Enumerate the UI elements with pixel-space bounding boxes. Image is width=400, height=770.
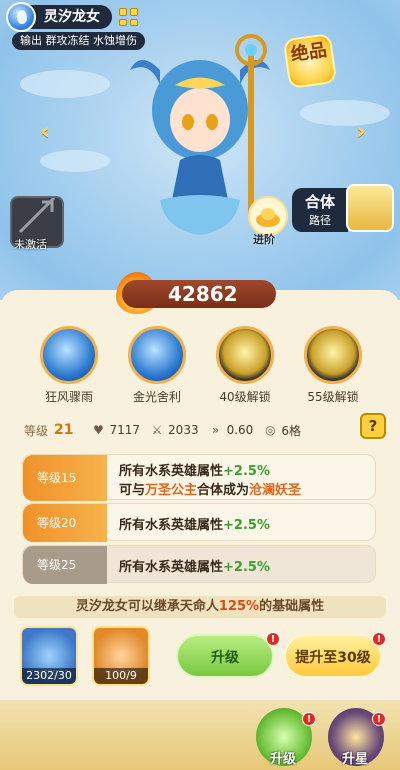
sword-icon: ⚔ xyxy=(151,423,163,437)
alert-badge-icon: ! xyxy=(266,632,280,646)
gold-ingot-icon xyxy=(256,208,280,227)
merge-text: 可与 xyxy=(119,483,146,498)
advance-label: 进阶 xyxy=(253,233,275,246)
level-tag: 等级15 xyxy=(23,455,107,501)
water-element-icon xyxy=(6,2,36,32)
nav-upgrade-label: 升级 xyxy=(270,752,297,767)
hero-shard-material[interactable]: 2302/30 xyxy=(20,626,78,686)
cloud-decoration xyxy=(40,150,110,172)
alert-badge-icon: ! xyxy=(372,632,386,646)
attack-value: 2033 xyxy=(168,423,199,437)
cloud-decoration xyxy=(20,70,110,98)
merge-subtitle: 路径 xyxy=(309,214,331,227)
rarity-badge: 绝品 xyxy=(282,32,338,90)
heart-icon: ♥ xyxy=(93,423,104,437)
hp-value: 7117 xyxy=(109,423,141,437)
skill-label-1: 狂风骤雨 xyxy=(44,390,93,404)
menu-grid-icon[interactable] xyxy=(118,7,138,27)
level-value: 21 xyxy=(54,422,74,438)
alert-badge-icon: ! xyxy=(302,712,316,726)
advance-button[interactable] xyxy=(248,196,288,236)
level-tag: 等级25 xyxy=(23,546,107,584)
merge-path-button[interactable]: 合体 路径 xyxy=(292,188,348,232)
speed-icon: » xyxy=(211,423,220,437)
hero-name: 灵汐龙女 xyxy=(30,5,112,29)
merge-text: 合体成为 xyxy=(197,483,250,498)
level-tag: 等级20 xyxy=(23,504,107,542)
help-button[interactable]: ? xyxy=(360,413,386,439)
bonus-text: 所有水系英雄属性 xyxy=(119,560,224,575)
bonus-text: 所有水系英雄属性 xyxy=(119,464,224,479)
inherit-info: 灵汐龙女可以继承天命人125%的基础属性 xyxy=(14,596,386,618)
promote-button[interactable]: 提升至30级 xyxy=(284,634,382,678)
hero-card-material[interactable]: 100/9 xyxy=(92,626,150,686)
chevron-right-icon[interactable]: › xyxy=(352,118,370,144)
inherit-suffix: 的基础属性 xyxy=(259,599,325,614)
cells-value: 6格 xyxy=(281,423,301,438)
hero-stats: 等级 21 ♥ 7117 ⚔ 2033 » 0.60 ◎ 6格 xyxy=(24,420,311,440)
level-label: 等级 xyxy=(24,423,49,438)
combat-power: 42862 xyxy=(122,280,276,308)
skill-lock-icon-4[interactable] xyxy=(304,326,362,384)
skill-icon-1[interactable] xyxy=(40,326,98,384)
skill-list: 狂风骤雨 金光舍利 40级解锁 55级解锁 xyxy=(0,326,400,406)
merge-partner-name: 万圣公主 xyxy=(145,483,198,498)
merge-result-name: 沧澜妖圣 xyxy=(249,483,302,498)
alert-badge-icon: ! xyxy=(372,712,386,726)
range-icon: ◎ xyxy=(265,423,276,437)
material-count: 100/9 xyxy=(94,668,148,684)
skill-icon-2[interactable] xyxy=(128,326,186,384)
nav-star-label: 升星 xyxy=(342,752,369,767)
skill-lock-icon-3[interactable] xyxy=(216,326,274,384)
cloud-decoration xyxy=(300,100,390,126)
bonus-value: +2.5% xyxy=(223,464,270,479)
skill-label-4: 55级解锁 xyxy=(307,390,359,404)
hero-tags: 输出 群攻冻结 水蚀增伤 xyxy=(12,32,145,50)
inherit-percent: 125% xyxy=(218,599,260,614)
bonus-value: +2.5% xyxy=(223,518,270,533)
trident-icon xyxy=(18,196,56,234)
speed-value: 0.60 xyxy=(226,423,254,437)
level-bonus-row: 等级20 所有水系英雄属性+2.5% xyxy=(22,503,376,542)
skill-label-2: 金光舍利 xyxy=(132,390,181,404)
merge-partner-avatar[interactable] xyxy=(346,184,394,232)
bonus-value: +2.5% xyxy=(223,560,270,575)
inherit-prefix: 灵汐龙女可以继承天命人 xyxy=(75,599,219,614)
skill-label-3: 40级解锁 xyxy=(219,390,271,404)
weapon-status: 未激活 xyxy=(14,238,47,251)
upgrade-button[interactable]: 升级 xyxy=(176,634,274,678)
material-count: 2302/30 xyxy=(22,668,76,684)
hero-title-bar: 灵汐龙女 xyxy=(6,2,138,32)
bonus-text: 所有水系英雄属性 xyxy=(119,518,224,533)
level-bonus-row: 等级25 所有水系英雄属性+2.5% xyxy=(22,545,376,584)
chevron-left-icon[interactable]: ‹ xyxy=(36,118,54,144)
level-bonus-row: 等级15 所有水系英雄属性+2.5% 可与万圣公主合体成为沧澜妖圣 xyxy=(22,454,376,501)
merge-title: 合体 xyxy=(304,193,335,211)
